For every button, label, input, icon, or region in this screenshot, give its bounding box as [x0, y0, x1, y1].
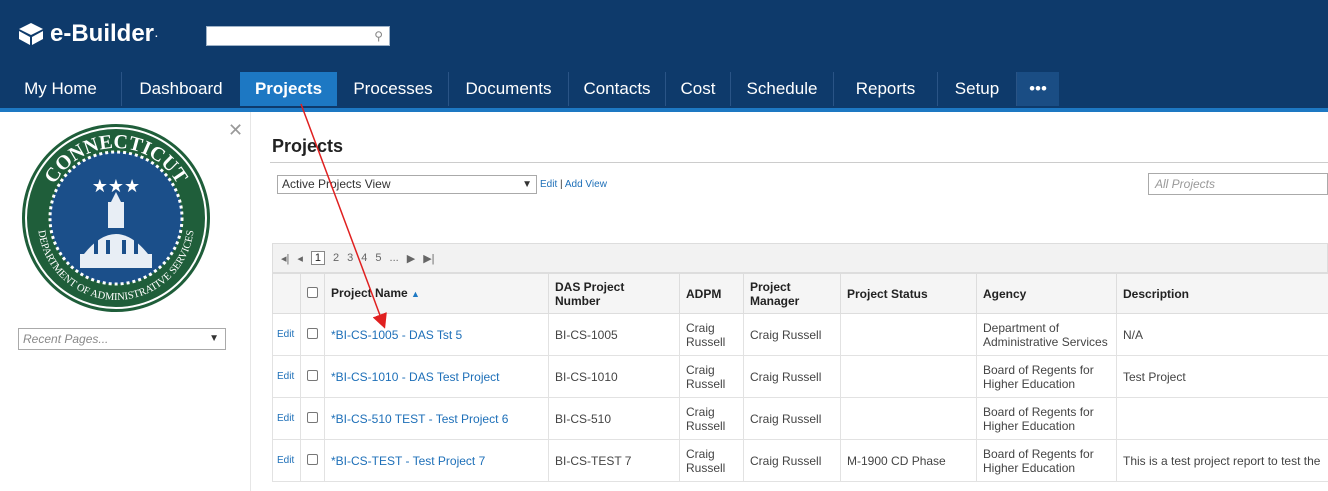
- main-nav: My Home Dashboard Projects Processes Doc…: [0, 72, 1328, 112]
- tab-schedule[interactable]: Schedule: [731, 72, 834, 106]
- brand-reg: .: [155, 28, 158, 40]
- tab-cost[interactable]: Cost: [666, 72, 731, 106]
- next-page-button[interactable]: ▶: [407, 252, 415, 265]
- adpm: Craig Russell: [679, 439, 744, 482]
- table-row: Edit *BI-CS-1010 - DAS Test Project BI-C…: [272, 355, 1328, 398]
- tab-my-home[interactable]: My Home: [0, 72, 122, 106]
- close-icon[interactable]: ✕: [228, 120, 243, 141]
- tab-projects[interactable]: Projects: [240, 72, 337, 106]
- projects-grid: ◂| ◂ 1 2 3 4 5 ... ▶ ▶| Project Name ▲ D…: [272, 243, 1328, 482]
- agency: Board of Regents for Higher Education: [976, 397, 1117, 440]
- table-header-row: Project Name ▲ DAS Project Number ADPM P…: [272, 273, 1328, 314]
- das-number: BI-CS-1005: [548, 313, 680, 356]
- project-status: M-1900 CD Phase: [840, 439, 977, 482]
- row-checkbox[interactable]: [307, 411, 318, 423]
- page-5-button[interactable]: 5: [375, 252, 381, 264]
- table-row: Edit *BI-CS-1005 - DAS Tst 5 BI-CS-1005 …: [272, 313, 1328, 356]
- project-name-link[interactable]: *BI-CS-TEST - Test Project 7: [324, 439, 549, 482]
- view-links: Edit | Add View: [540, 179, 607, 190]
- view-select[interactable]: Active Projects View ▼: [277, 175, 537, 194]
- prev-page-button[interactable]: ◂: [297, 252, 303, 265]
- left-pane: ✕ CONNECTICUT DEPARTMENT OF ADMINISTRATI…: [0, 112, 251, 491]
- row-checkbox[interactable]: [307, 453, 318, 465]
- row-checkbox[interactable]: [307, 327, 318, 339]
- page-4-button[interactable]: 4: [361, 252, 367, 264]
- tab-processes[interactable]: Processes: [338, 72, 449, 106]
- das-number: BI-CS-510: [548, 397, 680, 440]
- page-2-button[interactable]: 2: [333, 252, 339, 264]
- select-all-header: [300, 273, 325, 314]
- chevron-down-icon: ▼: [522, 179, 532, 190]
- col-header-project-status[interactable]: Project Status: [840, 273, 977, 314]
- adpm: Craig Russell: [679, 397, 744, 440]
- row-edit-link[interactable]: Edit: [272, 397, 301, 440]
- project-manager: Craig Russell: [743, 397, 841, 440]
- project-status: [840, 397, 977, 440]
- project-manager: Craig Russell: [743, 355, 841, 398]
- agency: Department of Administrative Services: [976, 313, 1117, 356]
- col-header-description[interactable]: Description: [1116, 273, 1328, 314]
- das-number: BI-CS-TEST 7: [548, 439, 680, 482]
- description: [1116, 397, 1328, 440]
- col-header-adpm[interactable]: ADPM: [679, 273, 744, 314]
- tab-contacts[interactable]: Contacts: [569, 72, 666, 106]
- chevron-down-icon: ▼: [209, 333, 219, 344]
- divider: [270, 162, 1328, 163]
- project-name-link[interactable]: *BI-CS-510 TEST - Test Project 6: [324, 397, 549, 440]
- global-search-input[interactable]: ⚲: [206, 26, 390, 46]
- tab-reports[interactable]: Reports: [834, 72, 938, 106]
- view-select-value: Active Projects View: [282, 177, 391, 191]
- page-1-button[interactable]: 1: [310, 251, 326, 265]
- cube-icon: [19, 23, 43, 45]
- project-manager: Craig Russell: [743, 313, 841, 356]
- recent-pages-select[interactable]: Recent Pages... ▼: [18, 328, 226, 350]
- table-row: Edit *BI-CS-510 TEST - Test Project 6 BI…: [272, 397, 1328, 440]
- projects-table: Project Name ▲ DAS Project Number ADPM P…: [272, 273, 1328, 482]
- all-projects-input[interactable]: All Projects: [1148, 173, 1328, 195]
- brand-name: e-Builder: [50, 20, 155, 47]
- row-edit-link[interactable]: Edit: [272, 439, 301, 482]
- select-all-checkbox[interactable]: [307, 286, 318, 298]
- more-pages-button[interactable]: ...: [390, 252, 399, 264]
- project-name-link[interactable]: *BI-CS-1005 - DAS Tst 5: [324, 313, 549, 356]
- agency: Board of Regents for Higher Education: [976, 439, 1117, 482]
- table-row: Edit *BI-CS-TEST - Test Project 7 BI-CS-…: [272, 439, 1328, 482]
- row-edit-link[interactable]: Edit: [272, 313, 301, 356]
- description: This is a test project report to test th…: [1116, 439, 1328, 482]
- search-icon[interactable]: ⚲: [374, 29, 383, 43]
- top-bar: e-Builder. ⚲: [0, 0, 1328, 72]
- recent-pages-placeholder: Recent Pages...: [23, 332, 109, 346]
- last-page-button[interactable]: ▶|: [423, 252, 434, 265]
- tab-dashboard[interactable]: Dashboard: [122, 72, 241, 106]
- page-title: Projects: [272, 136, 344, 156]
- app-logo[interactable]: e-Builder.: [18, 20, 158, 48]
- col-header-project-name[interactable]: Project Name ▲: [324, 273, 549, 314]
- row-edit-link[interactable]: Edit: [272, 355, 301, 398]
- tab-setup[interactable]: Setup: [938, 72, 1017, 106]
- project-manager: Craig Russell: [743, 439, 841, 482]
- agency-seal: CONNECTICUT DEPARTMENT OF ADMINISTRATIVE…: [22, 124, 210, 312]
- adpm: Craig Russell: [679, 313, 744, 356]
- agency: Board of Regents for Higher Education: [976, 355, 1117, 398]
- add-view-link[interactable]: Add View: [565, 179, 607, 190]
- adpm: Craig Russell: [679, 355, 744, 398]
- project-status: [840, 313, 977, 356]
- description: N/A: [1116, 313, 1328, 356]
- more-tabs-button[interactable]: •••: [1017, 72, 1059, 106]
- description: Test Project: [1116, 355, 1328, 398]
- tab-documents[interactable]: Documents: [449, 72, 569, 106]
- pager: ◂| ◂ 1 2 3 4 5 ... ▶ ▶|: [272, 243, 1328, 273]
- edit-view-link[interactable]: Edit: [540, 179, 557, 190]
- page-3-button[interactable]: 3: [347, 252, 353, 264]
- col-header-das-number[interactable]: DAS Project Number: [548, 273, 680, 314]
- project-status: [840, 355, 977, 398]
- first-page-button[interactable]: ◂|: [281, 252, 289, 265]
- col-header-agency[interactable]: Agency: [976, 273, 1117, 314]
- sort-asc-icon: ▲: [411, 289, 420, 299]
- row-checkbox[interactable]: [307, 369, 318, 381]
- project-name-link[interactable]: *BI-CS-1010 - DAS Test Project: [324, 355, 549, 398]
- col-header-project-manager[interactable]: Project Manager: [743, 273, 841, 314]
- das-number: BI-CS-1010: [548, 355, 680, 398]
- edit-col-header: [272, 273, 301, 314]
